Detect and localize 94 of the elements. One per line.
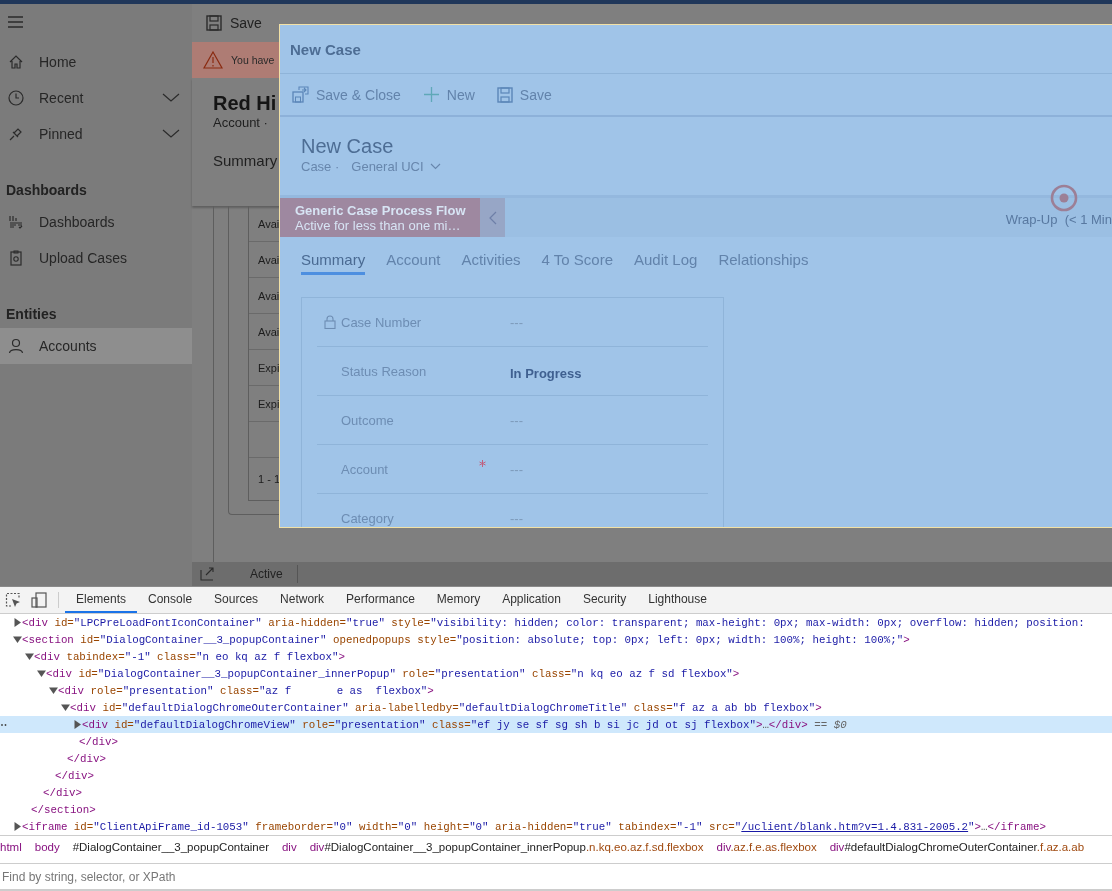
record-tab[interactable]: Summary: [213, 152, 278, 169]
stage-label[interactable]: Wrap-Up (< 1 Min: [1005, 212, 1112, 227]
warning-text: You have: [231, 54, 275, 66]
save-label[interactable]: Save: [230, 15, 262, 31]
nav-heading: Dashboards: [5, 181, 88, 200]
dashboard-icon: [7, 213, 25, 231]
grid-cell: Avai: [258, 325, 280, 338]
status-text: Active: [250, 565, 298, 583]
code-row[interactable]: <div id="LPCPreLoadFontIconContainer" aria-hidden="true" style="visibility: hidden; color: transparent; max-height: 0px; max-width: 0px; overflow: hidden; position:: [0, 614, 1112, 631]
inspect-icon: [5, 592, 21, 608]
code-line: </div>: [67, 752, 106, 765]
code-row[interactable]: <section id="DialogContainer__3_popupContainer" openedpopups style="position: absolute; top: 0px; left: 0px; width: 100%; height: 100%;">: [0, 631, 1112, 648]
code-line: <div id="defaultDialogChromeOuterContainer" aria-labelledby="defaultDialogChromeTitle" class="f az a ab bb flexbox">: [70, 701, 822, 714]
code-line: <iframe id="ClientApiFrame_id-1053" frameborder="0" width="0" height="0" aria-hidden="true" tabindex="-1" src="/uclient/blank.htm?v=1.4.831-2005.2">…</iframe>: [22, 820, 1046, 833]
nav-label: Recent: [39, 90, 85, 106]
nav-label: Dashboards: [39, 214, 116, 230]
code-row[interactable]: <div id="defaultDialogChromeOuterContainer" aria-labelledby="defaultDialogChromeTitle" class="f az a ab bb flexbox">: [0, 699, 1112, 716]
breadcrumb[interactable]: html: [0, 841, 22, 853]
breadcrumb[interactable]: div.az.f.e.as.flexbox: [716, 841, 817, 853]
grid-cell: Expi: [258, 397, 280, 410]
devtools-tab[interactable]: Network: [269, 587, 336, 613]
code-line: </section>: [31, 803, 96, 816]
nav-label: Accounts: [39, 338, 98, 354]
code-line: <div id="defaultDialogChromeView" role="presentation" class="ef jy se sf sg sh b si jc jd ot sj flexbox">…</div> == $0: [82, 718, 847, 731]
save-icon: [496, 86, 513, 103]
devtools-tab[interactable]: Application: [491, 587, 572, 613]
record-title: Red Hi: [213, 92, 277, 115]
menu-icon: [7, 15, 25, 29]
breadcrumb[interactable]: body: [34, 841, 60, 853]
chevron-down-icon: [429, 163, 441, 170]
expanded-arrow-icon[interactable]: [61, 703, 70, 712]
devtools-tab[interactable]: Lighthouse: [637, 587, 718, 613]
devtools-tab[interactable]: Console: [137, 587, 204, 613]
code-row[interactable]: <div id="defaultDialogChromeView" role="presentation" class="ef jy se sf sg sh b si jc jd ot sj flexbox">…</div> == $0: [0, 716, 1112, 733]
code-row[interactable]: <div role="presentation" class="az f e as flexbox">: [0, 682, 1112, 699]
save-icon: [206, 15, 222, 31]
nav-label: Upload Cases: [39, 250, 128, 266]
collapsed-arrow-icon[interactable]: [73, 720, 82, 729]
expand-icon: [200, 567, 216, 581]
code-line: </div>: [79, 735, 118, 748]
devtools-tab[interactable]: Security: [571, 587, 638, 613]
devtools-tab[interactable]: Sources: [203, 587, 270, 613]
process-flow[interactable]: Generic Case Process Flow Active for less than one mi…: [280, 198, 480, 237]
nav-item[interactable]: Accounts: [0, 328, 192, 364]
devtools-tab[interactable]: Elements: [65, 587, 138, 613]
warning-icon: [203, 51, 223, 69]
expanded-arrow-icon[interactable]: [37, 669, 46, 678]
code-line: <div role="presentation" class="az f e as flexbox">: [58, 684, 434, 697]
form-title: New Case: [301, 135, 394, 158]
breadcrumb[interactable]: div: [281, 841, 297, 853]
chevron-left-icon: [488, 210, 497, 225]
nav-label: Home: [39, 54, 78, 70]
breadcrumb[interactable]: div#DialogContainer__3_popupContainer_innerPopup.n.kq.eo.az.f.sd.flexbox: [309, 841, 704, 853]
devtools-tab[interactable]: Memory: [425, 587, 492, 613]
stage-target-icon: [1049, 184, 1078, 212]
code-row[interactable]: <div tabindex="-1" class="n eo kq az f flexbox">: [0, 648, 1112, 665]
code-line: </div>: [43, 786, 82, 799]
nav-heading: Entities: [5, 305, 58, 324]
clipboard-icon: [7, 249, 25, 267]
entity-name: Case ·: [301, 159, 340, 174]
process-duration: Active for less than one mi…: [295, 217, 462, 233]
dialog-title: New Case: [290, 40, 361, 58]
collapsed-arrow-icon[interactable]: [13, 822, 22, 831]
devtools-tab[interactable]: Performance: [335, 587, 426, 613]
device-icon: [31, 592, 47, 608]
dots-icon: [1, 723, 7, 727]
form-tab[interactable]: Summary: [301, 251, 366, 275]
breadcrumb[interactable]: #DialogContainer__3_popupContainer: [72, 841, 269, 853]
breadcrumb[interactable]: div#defaultDialogChromeOuterContainer.f.az.a.ab: [829, 841, 1085, 853]
home-icon: [7, 53, 25, 71]
nav-label: Pinned: [39, 126, 84, 142]
paging-text: 1 - 1: [258, 473, 280, 485]
code-line: <section id="DialogContainer__3_popupContainer" openedpopups style="position: absolute; top: 0px; left: 0px; width: 100%; height: 100%;">: [22, 633, 910, 646]
process-name: Generic Case Process Flow: [295, 202, 467, 218]
grid-cell: Avai: [258, 253, 280, 266]
code-line: <div tabindex="-1" class="n eo kq az f flexbox">: [34, 650, 346, 663]
code-line: </div>: [55, 769, 94, 782]
grid-cell: Avai: [258, 289, 280, 302]
expanded-arrow-icon[interactable]: [49, 686, 58, 695]
grid-cell: Avai: [258, 217, 280, 230]
code-row[interactable]: <iframe id="ClientApiFrame_id-1053" frameborder="0" width="0" height="0" aria-hidden="true" tabindex="-1" src="/uclient/blank.htm?v=1.4.831-2005.2">…</iframe>: [0, 818, 1112, 835]
expanded-arrow-icon[interactable]: [13, 635, 22, 644]
save-close-icon: [292, 86, 309, 103]
code-line: <div id="LPCPreLoadFontIconContainer" aria-hidden="true" style="visibility: hidden; color: transparent; max-height: 0px; max-width: 0px; overflow: hidden; position:: [22, 616, 1085, 629]
field-value[interactable]: In Progress: [510, 365, 582, 381]
expanded-arrow-icon[interactable]: [25, 652, 34, 661]
clock-icon: [7, 89, 25, 107]
record-subtitle: Account ·: [213, 115, 268, 130]
plus-icon: [422, 86, 440, 103]
grid-cell: Expi: [258, 361, 280, 374]
code-row[interactable]: <div id="DialogContainer__3_popupContainer_innerPopup" role="presentation" class="n kq eo az f sd flexbox">: [0, 665, 1112, 682]
person-icon: [7, 337, 25, 355]
collapsed-arrow-icon[interactable]: [13, 618, 22, 627]
code-line: <div id="DialogContainer__3_popupContainer_innerPopup" role="presentation" class="n kq eo az f sd flexbox">: [46, 667, 740, 680]
